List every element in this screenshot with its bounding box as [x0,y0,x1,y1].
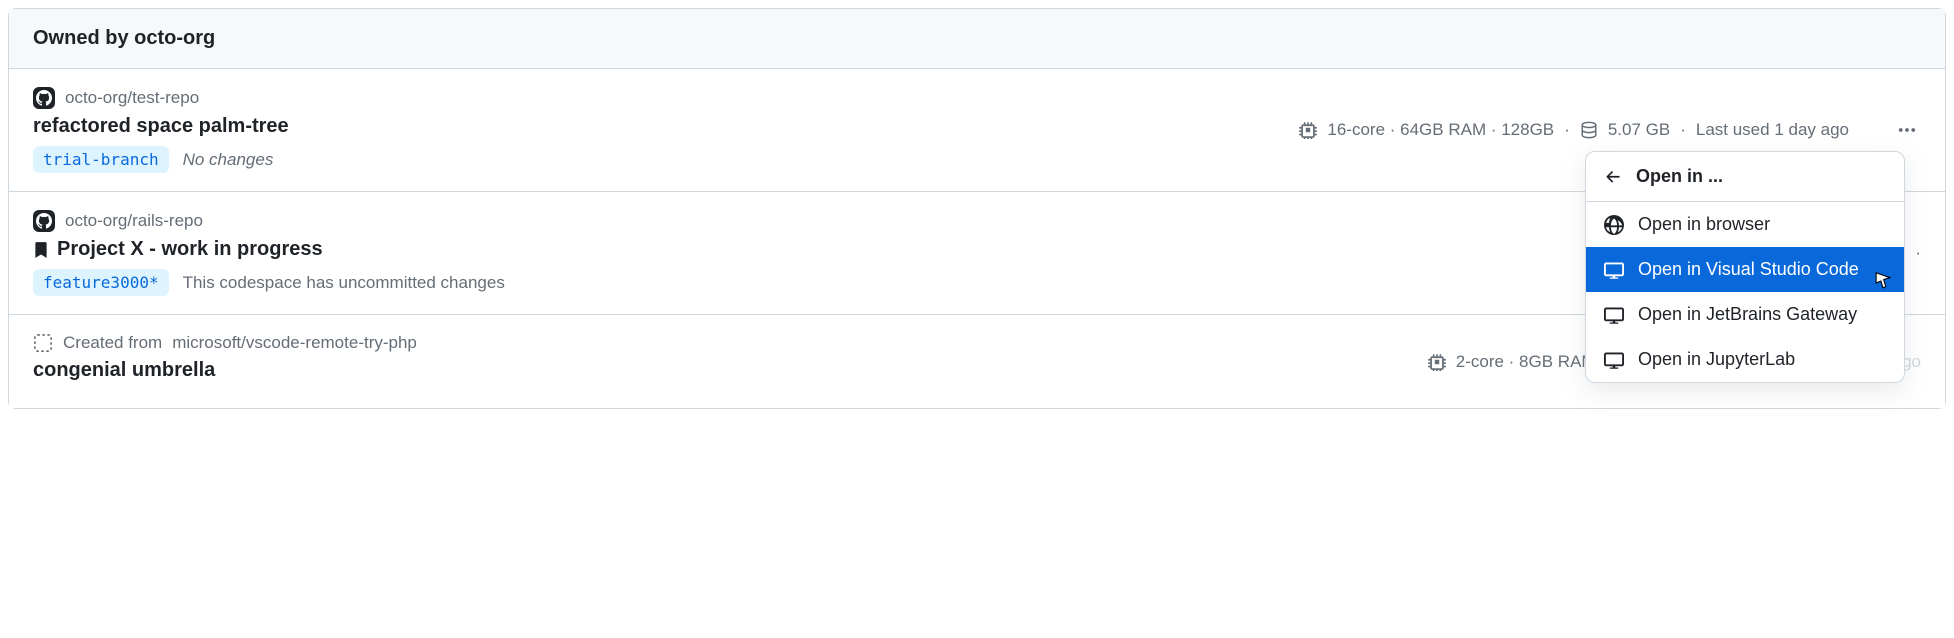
bookmark-icon [33,241,49,259]
menu-item-jupyter[interactable]: Open in JupyterLab [1586,337,1904,382]
branch-pill[interactable]: trial-branch [33,146,169,173]
template-icon [33,333,53,353]
repo-name[interactable]: octo-org/test-repo [65,88,199,108]
row-right: 16-core · 64GB RAM · 128GB · 5.07 GB · L… [1299,116,1921,144]
specs-text: 16-core · 64GB RAM · 128GB [1327,120,1554,140]
cpu-icon [1428,353,1446,371]
row-left: octo-org/test-repo refactored space palm… [33,87,1299,173]
separator-dot: · [1680,120,1686,140]
repo-line: octo-org/test-repo [33,87,1299,109]
globe-icon [1604,215,1624,235]
branch-note: This codespace has uncommitted changes [183,273,505,293]
menu-item-label: Open in JupyterLab [1638,349,1795,370]
separator-dot: · [1564,120,1570,140]
menu-header-text: Open in ... [1636,166,1723,187]
menu-header[interactable]: Open in ... [1586,152,1904,202]
repo-line: Created from microsoft/vscode-remote-try… [33,333,1428,353]
branch-line: trial-branch No changes [33,146,1299,173]
panel-header: Owned by octo-org [9,9,1945,69]
codespace-title[interactable]: refactored space palm-tree [33,115,1299,138]
github-icon [33,210,55,232]
menu-item-jetbrains[interactable]: Open in JetBrains Gateway [1586,292,1904,337]
menu-item-browser[interactable]: Open in browser [1586,202,1904,247]
arrow-left-icon[interactable] [1604,168,1622,186]
panel-title: Owned by octo-org [33,27,215,49]
row-left: octo-org/rails-repo Project X - work in … [33,210,1669,296]
branch-line: feature3000* This codespace has uncommit… [33,269,1669,296]
branch-note: No changes [183,150,274,170]
last-used-text: Last used 1 day ago [1696,120,1849,140]
menu-item-vscode[interactable]: Open in Visual Studio Code [1586,247,1904,292]
monitor-icon [1604,350,1624,370]
menu-item-label: Open in JetBrains Gateway [1638,304,1857,325]
cpu-icon [1299,121,1317,139]
monitor-icon [1604,260,1624,280]
menu-item-label: Open in browser [1638,214,1770,235]
codespace-title[interactable]: Project X - work in progress [33,238,1669,261]
open-in-menu: Open in ... Open in browser Open in Visu… [1585,151,1905,383]
repo-line: octo-org/rails-repo [33,210,1669,232]
repo-prefix: Created from [63,333,162,353]
repo-name[interactable]: microsoft/vscode-remote-try-php [172,333,417,353]
storage-text: 5.07 GB [1608,120,1670,140]
kebab-menu-button[interactable] [1893,116,1921,144]
repo-name[interactable]: octo-org/rails-repo [65,211,203,231]
codespace-title[interactable]: congenial umbrella [33,359,1428,382]
branch-pill[interactable]: feature3000* [33,269,169,296]
row-left: Created from microsoft/vscode-remote-try… [33,333,1428,390]
github-icon [33,87,55,109]
codespace-row: octo-org/test-repo refactored space palm… [9,69,1945,192]
monitor-icon [1604,305,1624,325]
codespaces-panel: Owned by octo-org octo-org/test-repo ref… [8,8,1946,409]
database-icon [1580,121,1598,139]
menu-item-label: Open in Visual Studio Code [1638,259,1859,280]
separator-dot: · [1915,243,1921,263]
